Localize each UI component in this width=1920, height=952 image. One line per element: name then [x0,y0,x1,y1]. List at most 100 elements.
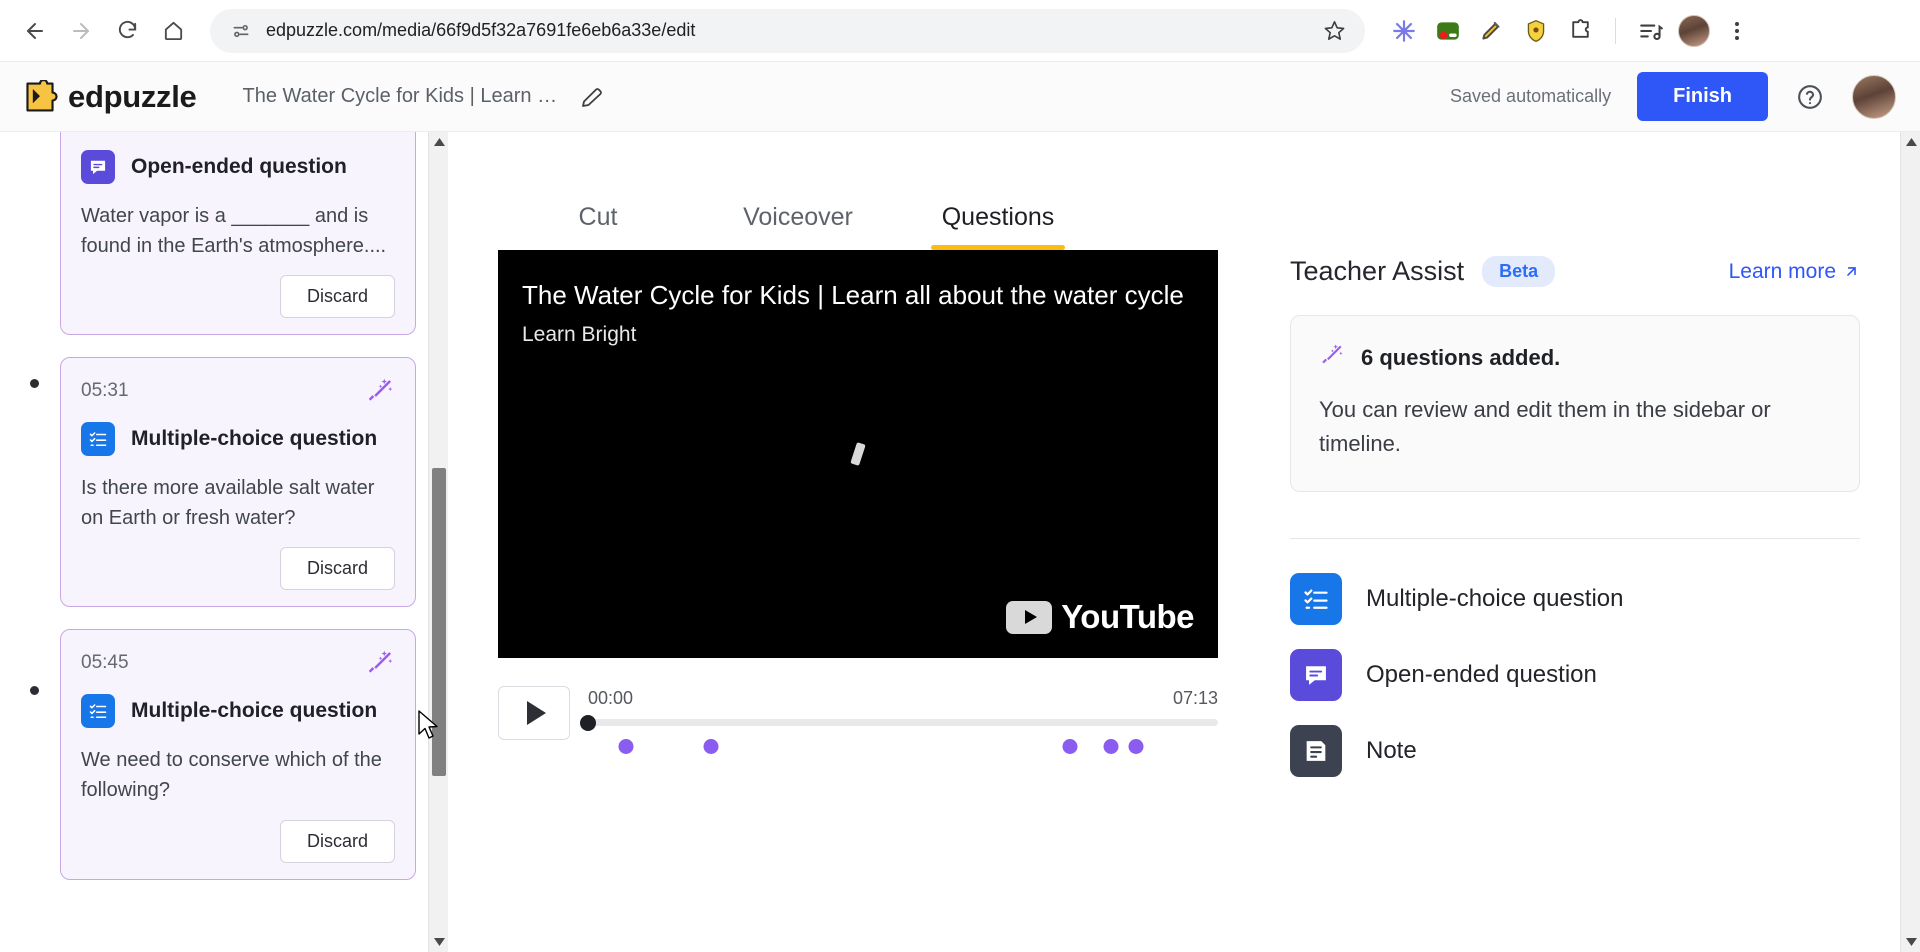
bookmark-star-icon[interactable] [1319,16,1349,46]
question-type-multiple-choice[interactable]: Multiple-choice question [1290,573,1860,626]
tab-voiceover[interactable]: Voiceover [698,203,898,250]
asterisk-extension-icon[interactable] [1387,14,1421,48]
saved-status: Saved automatically [1450,86,1612,106]
discard-button[interactable]: Discard [279,819,395,863]
editor-panel: Cut Voiceover Questions The Water Cycle … [448,132,1900,952]
speech-bubble-icon [81,150,115,184]
green-recorder-extension-icon[interactable] [1431,14,1465,48]
question-text: Is there more available salt water on Ea… [81,477,375,529]
discard-button[interactable]: Discard [279,547,395,591]
questions-sidebar: Open-ended question Water vapor is a ___… [0,132,448,952]
page-scrollbar[interactable] [1900,132,1920,952]
url-text[interactable]: edpuzzle.com/media/66f9d5f32a7691fe6eb6a… [266,20,1319,41]
speech-bubble-icon [1290,649,1342,702]
checklist-icon [1290,573,1342,626]
video-overlay-channel: Learn Bright [522,323,637,346]
reading-list-icon[interactable] [1634,14,1668,48]
video-overlay-title: The Water Cycle for Kids | Learn all abo… [522,280,1184,310]
browser-toolbar: edpuzzle.com/media/66f9d5f32a7691fe6eb6a… [0,0,1920,62]
discard-button[interactable]: Discard [279,275,395,319]
question-type-row: Multiple-choice question [81,694,395,729]
question-type-label: Note [1366,737,1417,765]
question-marker[interactable] [1128,739,1144,754]
timeline-bullet [30,686,39,695]
question-card[interactable]: 05:31 Multiple-choice question Is there … [60,357,416,608]
youtube-wordmark: YouTube [1061,598,1194,635]
app-header: edpuzzle The Water Cycle for Kids | Lear… [0,62,1920,132]
edpuzzle-logo-icon [22,79,58,114]
forward-button[interactable] [60,10,102,52]
page-scroll-down-arrow-icon[interactable] [1901,932,1920,952]
header-right-group: Saved automatically Finish [1450,72,1896,121]
question-text: We need to conserve which of the followi… [81,749,382,801]
question-card-header: 05:31 [81,376,395,406]
discard-row: Discard [81,819,395,863]
question-type-label: Open-ended question [1366,661,1597,689]
scroll-up-arrow-icon[interactable] [429,132,448,152]
question-timestamp: 05:45 [81,652,129,674]
site-settings-icon[interactable] [228,18,254,44]
current-time: 00:00 [588,688,634,708]
question-marker[interactable] [703,739,719,754]
highlighter-extension-icon[interactable] [1475,14,1509,48]
teacher-assist-title: Teacher Assist [1290,256,1465,286]
question-card[interactable]: Open-ended question Water vapor is a ___… [60,132,416,336]
question-marker[interactable] [1103,739,1119,754]
assist-info-box: 6 questions added. You can review and ed… [1290,315,1860,493]
youtube-play-icon [1006,600,1053,634]
assist-info-header: 6 questions added. [1319,342,1831,373]
checklist-icon [81,694,115,729]
scroll-down-arrow-icon[interactable] [429,932,448,952]
user-avatar[interactable] [1852,74,1896,119]
tab-cut[interactable]: Cut [498,203,698,250]
pencil-edit-icon[interactable] [577,82,607,112]
shield-extension-icon[interactable] [1519,14,1553,48]
page-scroll-up-arrow-icon[interactable] [1901,132,1920,152]
timeline-times: 00:00 07:13 [588,688,1218,709]
checklist-icon [81,422,115,457]
magic-wand-icon [365,376,395,406]
sidebar-scrollbar[interactable] [428,132,448,952]
home-button[interactable] [152,10,194,52]
question-marker[interactable] [618,739,634,754]
question-type-label: Multiple-choice question [1366,585,1624,613]
magic-wand-icon [1319,342,1345,373]
help-question-icon[interactable] [1794,81,1826,113]
question-type-open-ended[interactable]: Open-ended question [1290,649,1860,702]
question-text: Water vapor is a _______ and is found in… [81,205,387,257]
back-button[interactable] [14,10,56,52]
timeline-column: 00:00 07:13 [580,686,1218,754]
note-icon [1290,725,1342,778]
finish-button[interactable]: Finish [1637,72,1768,121]
assist-info-title: 6 questions added. [1361,344,1561,370]
question-card[interactable]: 05:45 Multiple-choice question We need t… [60,629,416,880]
timeline-track[interactable] [580,714,1218,754]
extensions-puzzle-icon[interactable] [1563,14,1597,48]
learn-more-link[interactable]: Learn more [1729,260,1860,284]
editor-body: The Water Cycle for Kids | Learn all abo… [470,250,1900,778]
play-button[interactable] [498,686,570,740]
question-marker[interactable] [1062,739,1078,754]
question-type-row: Multiple-choice question [81,422,395,457]
loading-spinner-icon [850,442,866,466]
discard-row: Discard [81,547,395,591]
editor-tabs: Cut Voiceover Questions [470,132,1900,250]
timeline-playhead[interactable] [580,714,596,731]
question-type-note[interactable]: Note [1290,725,1860,778]
question-card-header: 05:45 [81,648,395,678]
edpuzzle-logo[interactable]: edpuzzle [22,79,197,115]
page-title: The Water Cycle for Kids | Learn … [242,85,558,107]
duration: 07:13 [1172,688,1218,708]
youtube-logo: YouTube [1006,598,1194,636]
three-dot-menu-icon[interactable] [1720,14,1754,48]
teacher-assist-header: Teacher Assist Beta Learn more [1290,256,1860,287]
address-bar[interactable]: edpuzzle.com/media/66f9d5f32a7691fe6eb6a… [210,8,1365,53]
question-timestamp: 05:31 [81,380,129,402]
timeline-bullet [30,379,39,388]
section-divider [1290,538,1860,540]
video-player[interactable]: The Water Cycle for Kids | Learn all abo… [498,250,1218,658]
chrome-profile-avatar[interactable] [1678,14,1710,47]
tab-questions[interactable]: Questions [898,203,1098,250]
reload-button[interactable] [106,10,148,52]
mouse-cursor [418,710,440,747]
